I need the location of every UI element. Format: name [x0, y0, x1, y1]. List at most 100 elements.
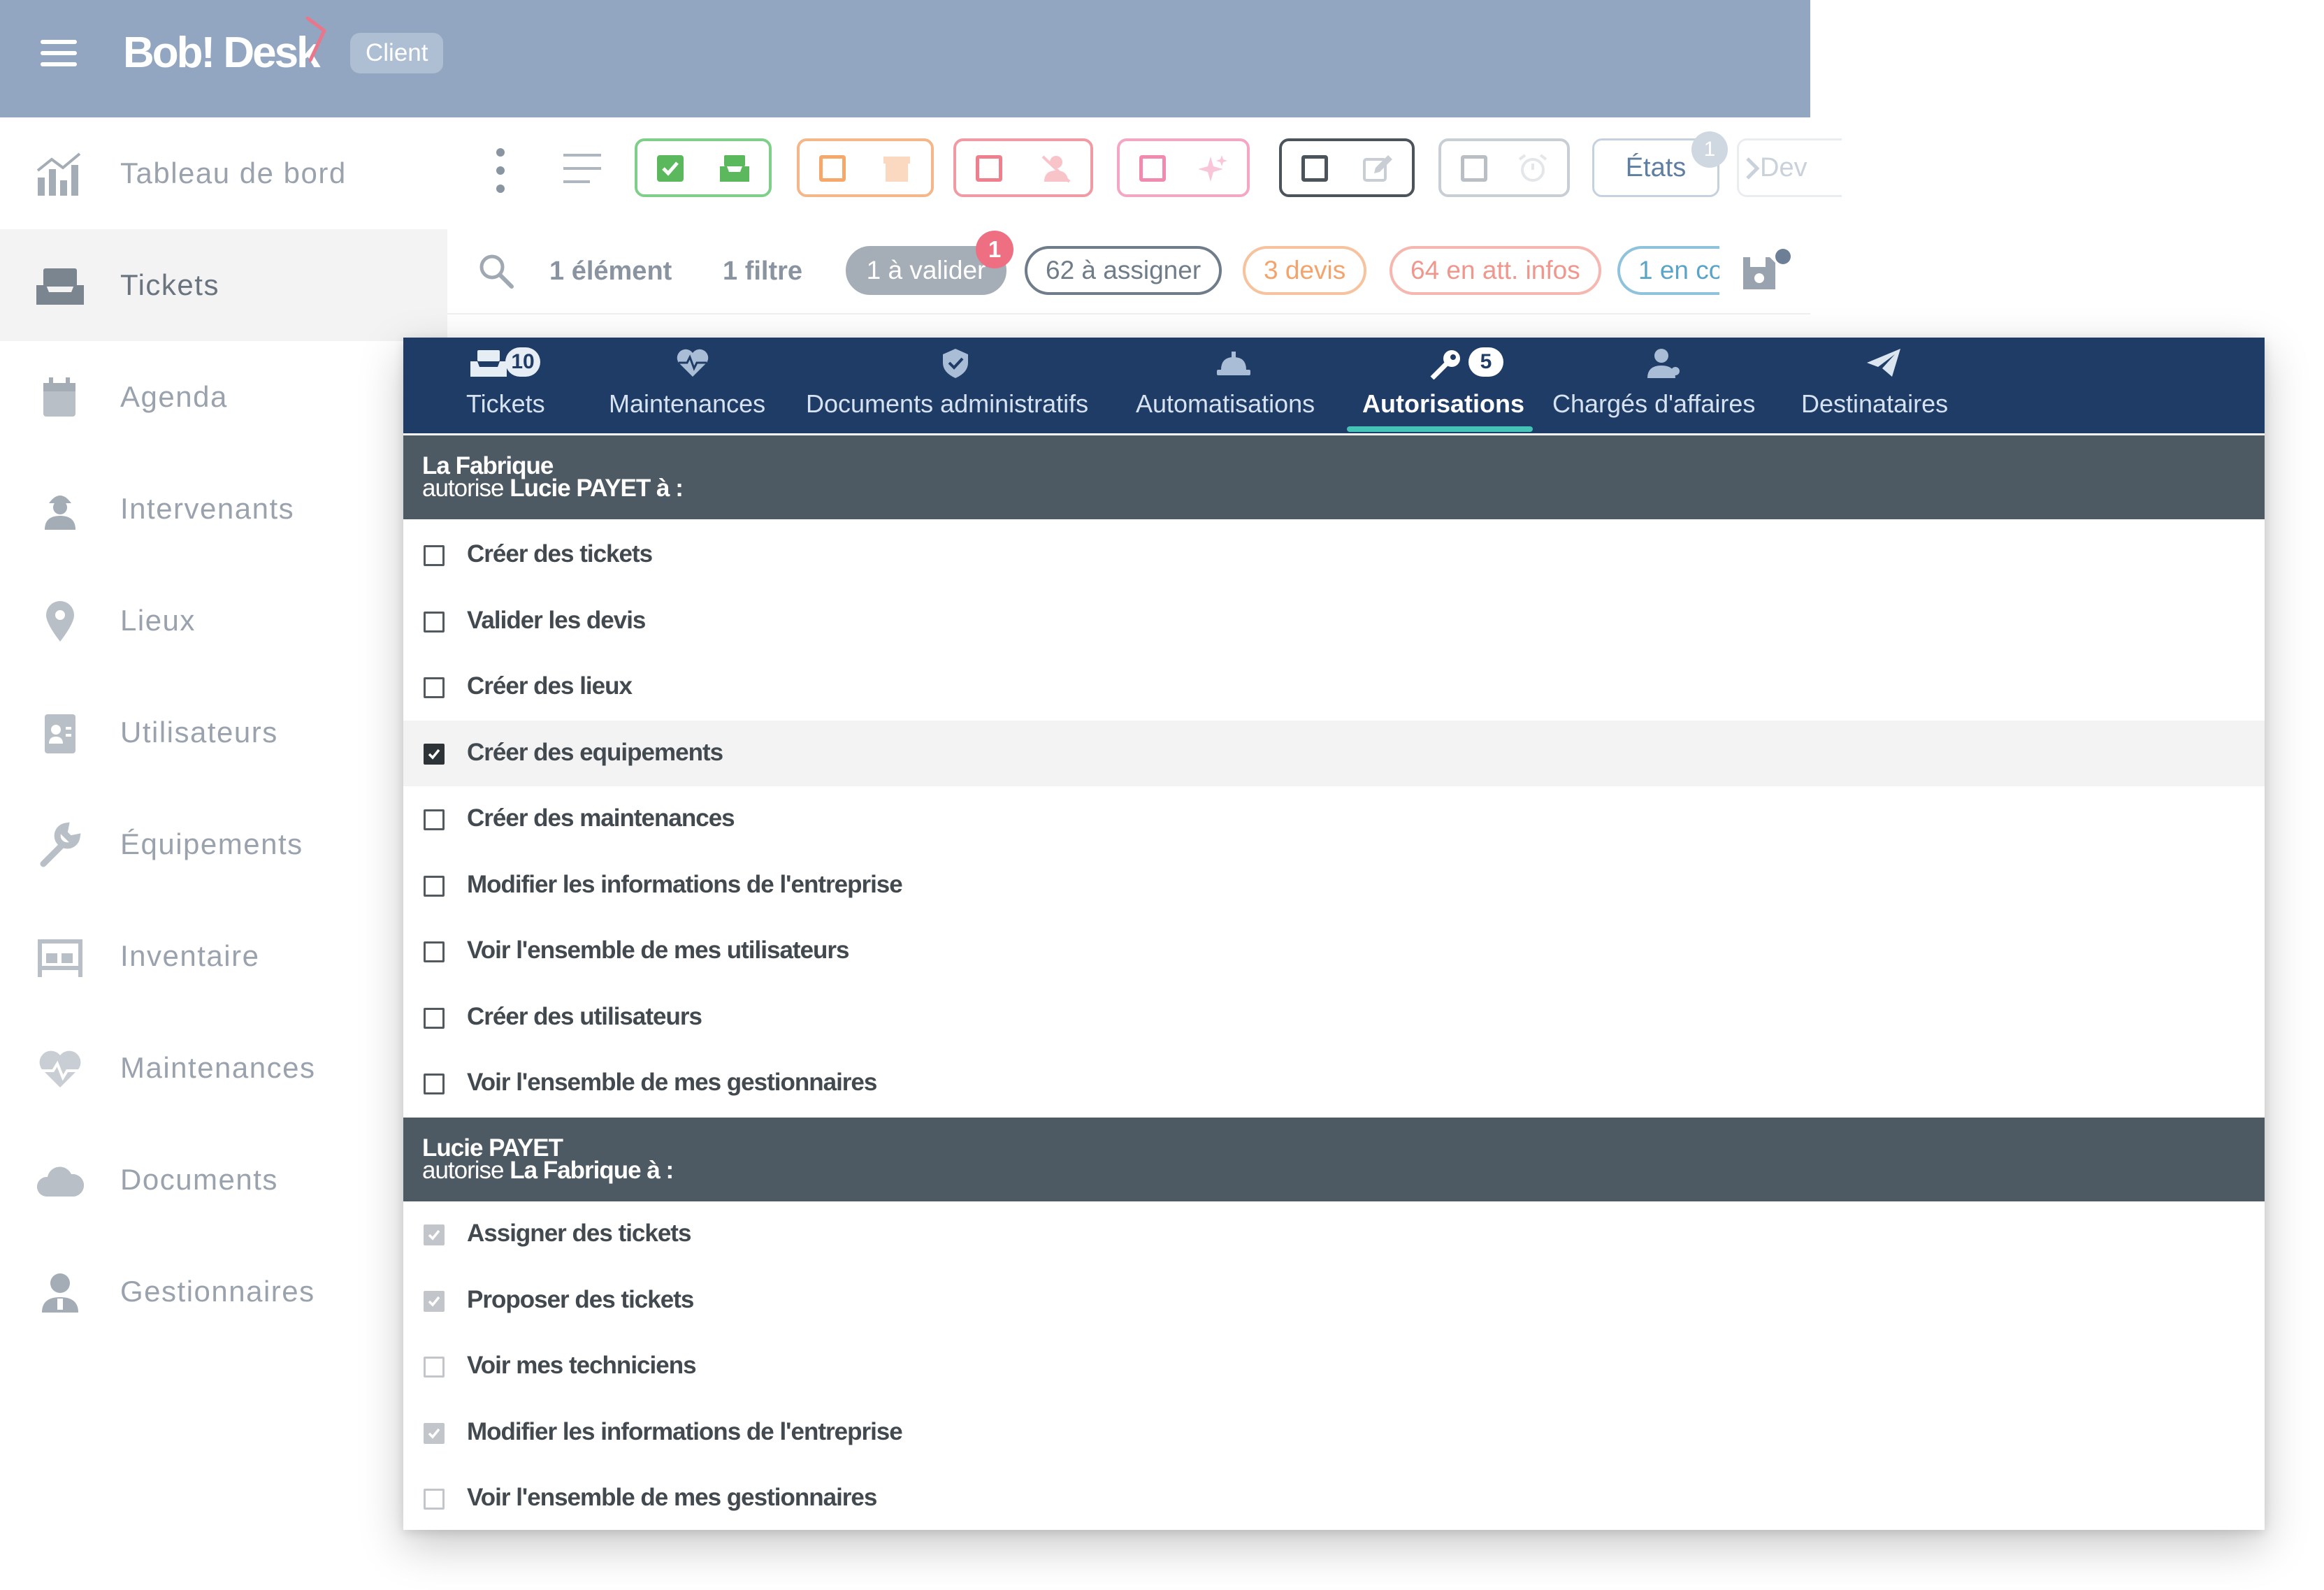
sidebar-item-intervenants[interactable]: Intervenants — [0, 453, 447, 565]
checkbox-icon[interactable] — [424, 611, 445, 633]
state-filter-alarm-button[interactable] — [1438, 138, 1570, 197]
checkbox-icon[interactable] — [424, 1074, 445, 1094]
checkbox-icon[interactable] — [424, 1007, 445, 1029]
sidebar-item-gestionnaires[interactable]: Gestionnaires — [0, 1236, 447, 1347]
permission-row[interactable]: Créer des equipements — [403, 720, 2265, 786]
section-header-company-to-user: La Fabrique autorise Lucie PAYET à : — [403, 435, 2265, 519]
tab-label: Maintenances — [609, 389, 766, 418]
checked-box-icon[interactable] — [424, 1422, 445, 1444]
chip-label: 1 en co — [1638, 256, 1719, 284]
chip-en-cours[interactable]: 1 en co — [1617, 246, 1719, 295]
search-icon[interactable] — [477, 252, 516, 291]
checked-box-icon[interactable] — [424, 1290, 445, 1312]
permission-label: Modifier les informations de l'entrepris… — [467, 1417, 903, 1445]
checkbox-icon[interactable] — [424, 1357, 445, 1378]
app-logo[interactable]: Bob! Desk — [123, 27, 321, 80]
dev-button[interactable]: Dev — [1737, 138, 1842, 197]
tab-charges-d-affaires[interactable]: Chargés d'affaires — [1552, 338, 1776, 433]
permission-label: Créer des tickets — [467, 540, 653, 568]
ticket-tray-icon — [36, 268, 84, 305]
sidebar-item-agenda[interactable]: Agenda — [0, 341, 447, 453]
list-view-icon[interactable] — [563, 154, 601, 186]
checkbox-icon[interactable] — [424, 875, 445, 897]
tab-label: Destinataires — [1801, 389, 1949, 418]
tab-label: Autorisations — [1362, 389, 1525, 418]
section-verb: autorise — [422, 475, 505, 502]
sidebar: Tableau de bord Tickets Agenda Intervena… — [0, 117, 447, 1375]
tab-automatisations[interactable]: Automatisations — [1136, 338, 1331, 433]
shield-check-icon — [943, 349, 968, 378]
archive-icon — [883, 157, 910, 182]
permission-row[interactable]: Modifier les informations de l'entrepris… — [403, 853, 2265, 918]
wrench-icon — [40, 822, 81, 867]
permission-row[interactable]: Voir l'ensemble de mes gestionnaires — [403, 1466, 2265, 1531]
checked-box-icon[interactable] — [424, 743, 445, 765]
checkbox-icon[interactable] — [424, 1489, 445, 1510]
permissions-panel: 10 Tickets Maintenances Documents admini… — [403, 338, 2265, 1530]
section-verb: autorise — [422, 1157, 505, 1184]
permission-row[interactable]: Créer des tickets — [403, 522, 2265, 588]
tab-tickets[interactable]: 10 Tickets — [462, 338, 561, 433]
top-bar: Bob! Desk Client — [0, 0, 1810, 117]
chip-label: 1 à valider — [866, 256, 986, 284]
sidebar-item-inventaire[interactable]: Inventaire — [0, 900, 447, 1012]
permission-row[interactable]: Assigner des tickets — [403, 1201, 2265, 1267]
more-options-icon[interactable] — [493, 148, 507, 197]
chip-a-assigner[interactable]: 62 à assigner — [1025, 246, 1222, 295]
checkbox-icon[interactable] — [424, 941, 445, 962]
hamburger-menu-icon[interactable] — [41, 38, 77, 68]
sidebar-item-lieux[interactable]: Lieux — [0, 565, 447, 677]
filter-count[interactable]: 1 filtre — [723, 253, 802, 289]
sidebar-item-utilisateurs[interactable]: Utilisateurs — [0, 677, 447, 788]
permission-row[interactable]: Créer des utilisateurs — [403, 985, 2265, 1050]
tab-documents-administratifs[interactable]: Documents administratifs — [806, 338, 1106, 433]
permission-label: Valider les devis — [467, 606, 646, 634]
state-filter-unassigned-button[interactable] — [953, 138, 1093, 197]
chip-devis[interactable]: 3 devis — [1243, 246, 1367, 295]
tab-badge: 10 — [505, 347, 540, 377]
alarm-clock-icon — [1518, 154, 1547, 182]
sidebar-item-tableau-de-bord[interactable]: Tableau de bord — [0, 117, 447, 229]
tab-maintenances[interactable]: Maintenances — [609, 338, 777, 433]
state-filter-new-button[interactable] — [1117, 138, 1250, 197]
sidebar-item-documents[interactable]: Documents — [0, 1124, 447, 1236]
active-tab-indicator — [1347, 426, 1533, 432]
permission-row[interactable]: Créer des lieux — [403, 654, 2265, 720]
checkbox-icon[interactable] — [424, 677, 445, 698]
tab-destinataires[interactable]: Destinataires — [1801, 338, 1969, 433]
permission-row[interactable]: Voir mes techniciens — [403, 1334, 2265, 1399]
ticket-toolbar: États 1 Dev 1 élément 1 filtre 1 à valid… — [447, 117, 1842, 334]
permission-row[interactable]: Créer des maintenances — [403, 786, 2265, 852]
map-pin-icon — [46, 601, 74, 642]
chip-en-att-infos[interactable]: 64 en att. infos — [1390, 246, 1601, 295]
tab-autorisations[interactable]: 5 Autorisations — [1362, 338, 1530, 433]
permission-row[interactable]: Voir l'ensemble de mes gestionnaires — [403, 1050, 2265, 1116]
sidebar-item-label: Équipements — [120, 827, 303, 860]
element-count: 1 élément — [549, 256, 672, 286]
etats-count-badge: 1 — [1691, 131, 1728, 168]
checked-box-icon[interactable] — [424, 1224, 445, 1245]
sidebar-item-equipements[interactable]: Équipements — [0, 788, 447, 900]
user-icon — [1647, 349, 1680, 378]
sidebar-item-label: Agenda — [120, 380, 228, 413]
role-badge: Client — [350, 33, 444, 73]
sidebar-item-tickets[interactable]: Tickets — [0, 229, 447, 341]
checkbox-icon[interactable] — [424, 809, 445, 830]
state-filter-archive-button[interactable] — [797, 138, 934, 197]
permission-row[interactable]: Modifier les informations de l'entrepris… — [403, 1400, 2265, 1466]
save-icon[interactable] — [1739, 253, 1780, 294]
state-filter-edit-button[interactable] — [1279, 138, 1415, 197]
tab-label: Automatisations — [1136, 389, 1315, 418]
permission-row[interactable]: Proposer des tickets — [403, 1268, 2265, 1334]
checkbox-icon — [976, 155, 1002, 182]
tab-label: Documents administratifs — [806, 389, 1089, 418]
state-filter-inbox-button[interactable] — [635, 138, 772, 197]
sidebar-item-maintenances[interactable]: Maintenances — [0, 1012, 447, 1124]
permission-row[interactable]: Voir l'ensemble de mes utilisateurs — [403, 918, 2265, 984]
section-object: La Fabrique à : — [510, 1157, 674, 1184]
permission-row[interactable]: Valider les devis — [403, 588, 2265, 654]
checkbox-icon[interactable] — [424, 545, 445, 566]
key-icon — [1430, 350, 1460, 380]
section-subtitle: autorise Lucie PAYET à : — [422, 475, 684, 503]
unsaved-indicator-dot — [1775, 249, 1791, 264]
